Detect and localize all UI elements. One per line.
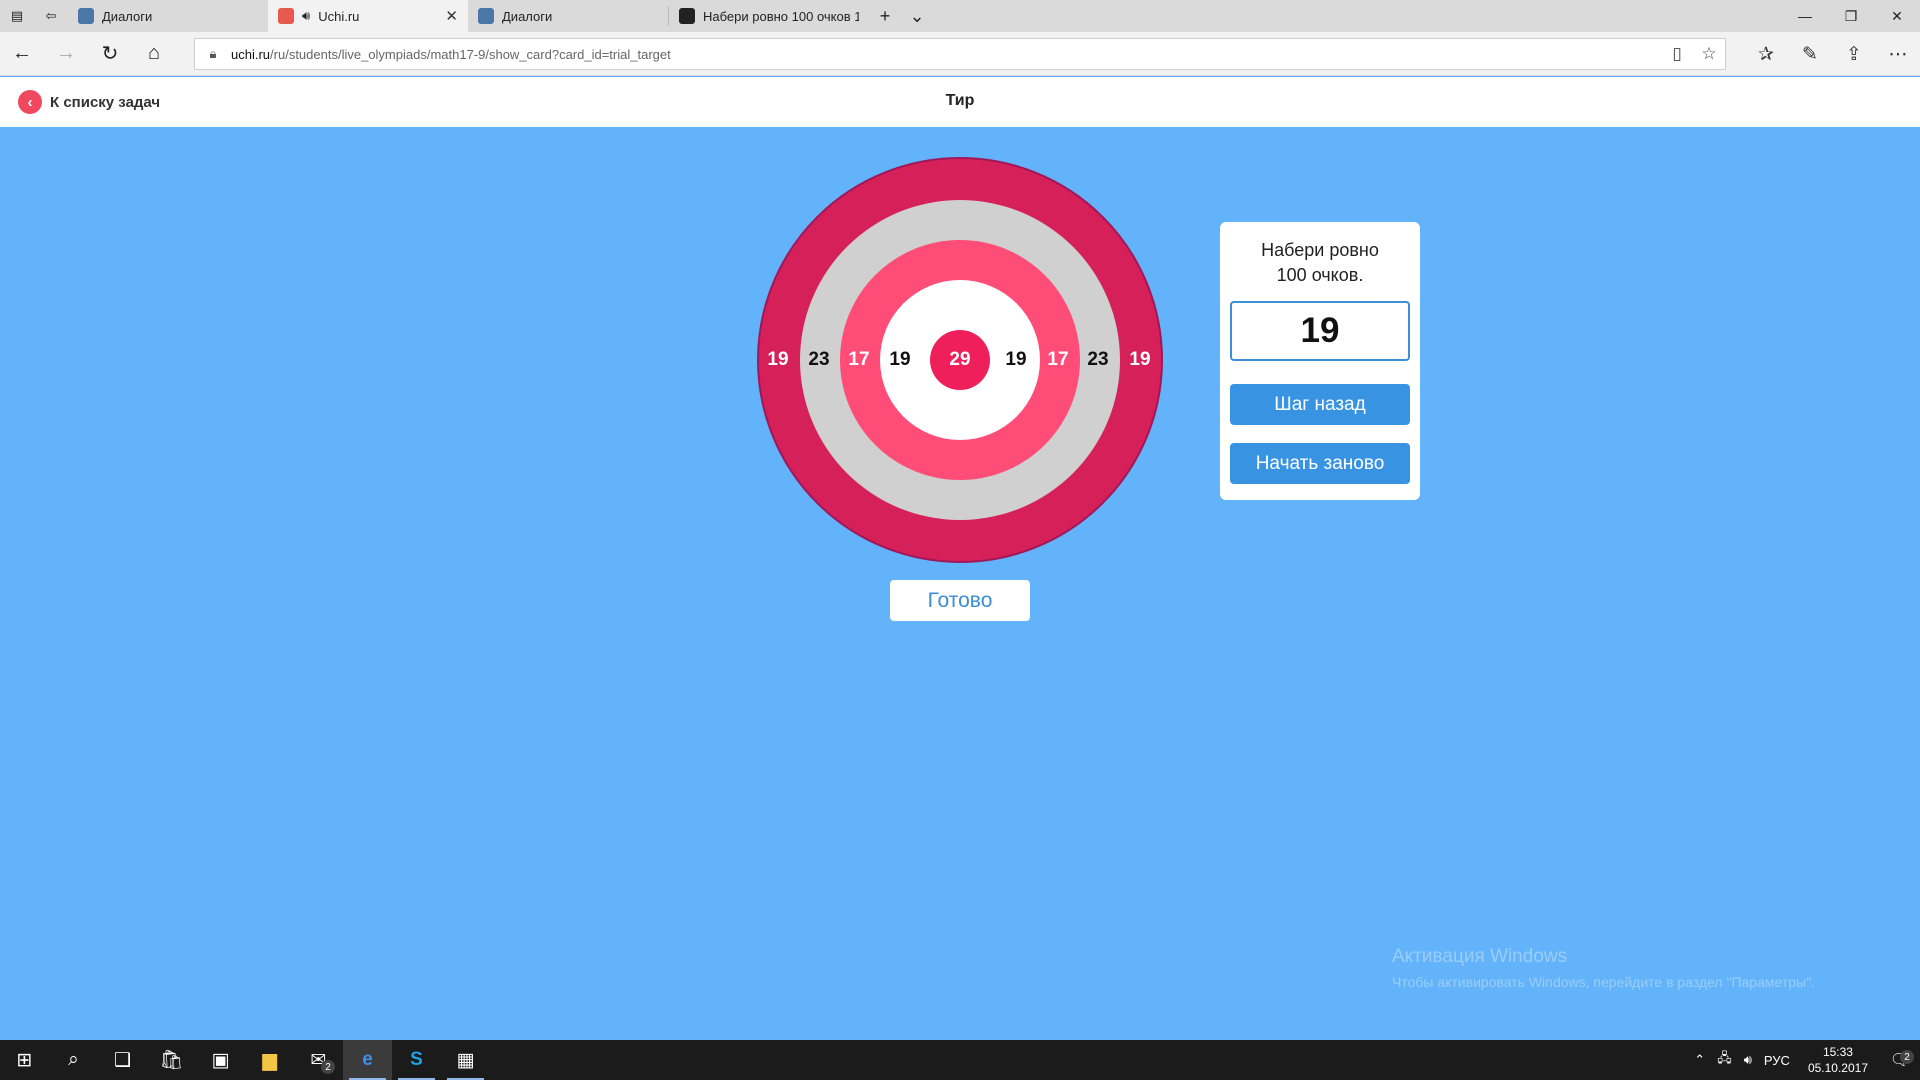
clock-date: 05.10.2017 [1807,1061,1868,1075]
url-text[interactable]: uchi.ru/ru/students/live_olympiads/math1… [231,47,1661,62]
windows-taskbar: ⊞ ⌕ ❑ 🛍︎ ▣ ▆ ✉ 2 e S ▦ ⌃ 🖧︎ 🔊︎ РУС 15:33 … [0,1040,1920,1080]
score-display: 19 [1230,301,1410,361]
address-bar[interactable]: 🔒︎ uchi.ru/ru/students/live_olympiads/ma… [194,38,1726,70]
close-tab-icon[interactable]: ✕ [445,7,458,25]
tab-manager-icon[interactable]: ▤ [0,0,34,32]
browser-navbar: ← → ↻ ⌂ 🔒︎ uchi.ru/ru/students/live_olym… [0,32,1920,76]
speaker-icon[interactable]: 🔊︎ [302,8,310,24]
network-icon[interactable]: 🖧︎ [1711,1049,1738,1071]
url-host: uchi.ru [231,46,271,62]
url-path: /ru/students/live_olympiads/math17-9/sho… [270,46,671,62]
tray-chevron-up-icon[interactable]: ⌃ [1688,1052,1711,1068]
vk-favicon-icon [478,8,494,24]
volume-icon[interactable]: 🔊︎ [1738,1052,1758,1068]
target-number-inner-left[interactable]: 19 [889,349,910,371]
tab-title: Диалоги [502,8,553,24]
clock-time: 15:33 [1822,1045,1853,1059]
file-explorer-icon[interactable]: ▆ [245,1040,294,1080]
lock-icon[interactable]: 🔒︎ [195,46,231,62]
target-number-third-right[interactable]: 17 [1047,349,1068,371]
target-number-third-left[interactable]: 17 [848,349,869,371]
system-tray: ⌃ 🖧︎ 🔊︎ РУС 15:33 05.10.2017 🗨︎2 [1688,1040,1920,1080]
shooting-target: 19 23 17 19 29 19 17 23 19 [757,157,1163,563]
tab-title: Uchi.ru [318,8,360,24]
minimize-icon[interactable]: — [1782,0,1828,32]
back-arrow-icon[interactable]: ← [0,32,44,76]
calculator-icon[interactable]: ▦ [441,1040,490,1080]
target-number-outer-right[interactable]: 19 [1129,349,1150,371]
tab-title: Набери ровно 100 очков 1 [703,8,859,24]
more-menu-icon[interactable]: ⋯ [1876,32,1920,76]
done-button[interactable]: Готово [890,580,1030,621]
browser-toolbar-right: ✰ ✎ ⇪ ⋯ [1744,32,1920,76]
favorite-star-icon[interactable]: ☆ [1693,44,1725,64]
page-header: ‹ К списку задач Тир [0,77,1920,127]
browser-tab-strip: ▤ ⇦ Диалоги 🔊︎ Uchi.ru ✕ Диалоги Набери … [0,0,1920,32]
notification-badge: 2 [1900,1050,1914,1064]
page-title: Тир [945,92,975,109]
window-controls: — ❐ ✕ [1782,0,1920,32]
task-line-1: Набери ровно [1261,240,1379,260]
task-view-icon[interactable]: ❑ [98,1040,147,1080]
task-line-2: 100 очков. [1276,265,1364,285]
undo-step-button[interactable]: Шаг назад [1230,384,1410,425]
reading-view-icon[interactable]: ▯ [1661,44,1693,64]
tab-title: Диалоги [102,8,153,24]
tab-dialogs-2[interactable]: Диалоги [468,0,668,32]
refresh-icon[interactable]: ↻ [88,32,132,76]
restore-icon[interactable]: ❐ [1828,0,1874,32]
target-number-outer-left[interactable]: 19 [767,349,788,371]
tab-dialogs-1[interactable]: Диалоги [68,0,268,32]
edge-browser-icon[interactable]: e [343,1040,392,1080]
tab-list-chevron-icon[interactable]: ⌄ [901,0,933,32]
target-number-inner-right[interactable]: 19 [1005,349,1026,371]
share-icon[interactable]: ⇪ [1832,32,1876,76]
watermark-title: Активация Windows [1392,946,1568,967]
restart-button[interactable]: Начать заново [1230,443,1410,484]
tab-uchi[interactable]: 🔊︎ Uchi.ru ✕ [268,0,468,32]
home-icon[interactable]: ⌂ [132,32,176,76]
uchi-favicon-icon [278,8,294,24]
target-number-second-left[interactable]: 23 [808,349,829,371]
start-windows-icon[interactable]: ⊞ [0,1040,49,1080]
windows-activation-watermark: Активация Windows Чтобы активировать Win… [1392,946,1815,990]
skype-icon[interactable]: S [392,1040,441,1080]
clock[interactable]: 15:33 05.10.2017 [1796,1044,1880,1076]
mail-badge: 2 [321,1060,335,1074]
set-aside-tabs-icon[interactable]: ⇦ [34,0,68,32]
language-indicator[interactable]: РУС [1758,1053,1796,1068]
new-tab-plus-icon[interactable]: + [869,0,901,32]
mail-icon[interactable]: ✉ 2 [294,1040,343,1080]
target-number-second-right[interactable]: 23 [1087,349,1108,371]
score-panel: Набери ровно 100 очков. 19 Шаг назад Нач… [1220,222,1420,500]
favorites-hub-icon[interactable]: ✰ [1744,32,1788,76]
watermark-subtitle: Чтобы активировать Windows, перейдите в … [1392,974,1815,990]
znanija-favicon-icon [679,8,695,24]
forward-arrow-icon[interactable]: → [44,32,88,76]
store-icon[interactable]: 🛍︎ [147,1040,196,1080]
close-window-icon[interactable]: ✕ [1874,0,1920,32]
task-instruction: Набери ровно 100 очков. [1220,238,1420,288]
target-number-bullseye[interactable]: 29 [949,349,970,371]
action-center-icon[interactable]: 🗨︎2 [1880,1050,1920,1070]
vk-favicon-icon [78,8,94,24]
search-icon[interactable]: ⌕ [49,1040,98,1080]
tab-score-100[interactable]: Набери ровно 100 очков 1 [669,0,869,32]
pen-notes-icon[interactable]: ✎ [1788,32,1832,76]
photo-app-icon[interactable]: ▣ [196,1040,245,1080]
